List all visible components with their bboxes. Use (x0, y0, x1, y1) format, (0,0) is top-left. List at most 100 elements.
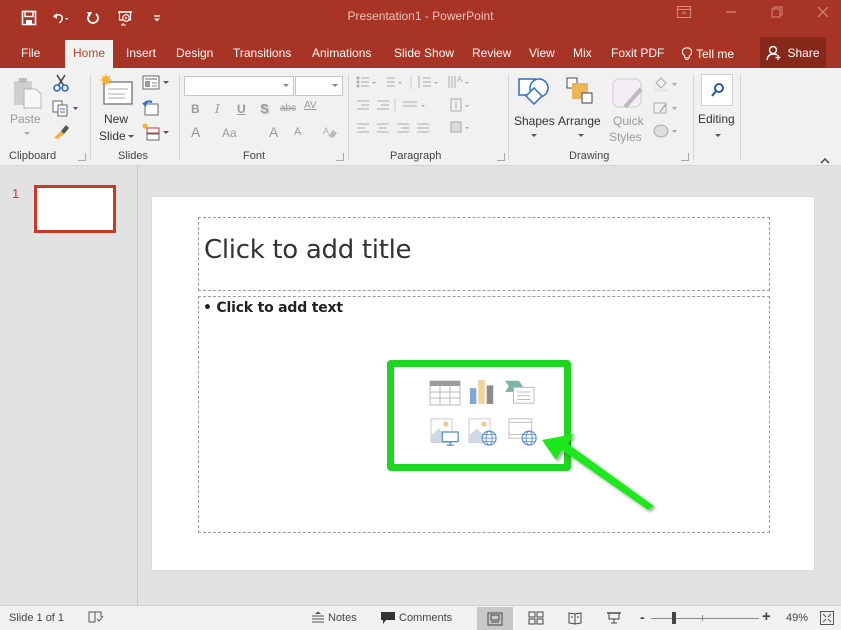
annotation-arrow-icon (542, 434, 654, 510)
tab-animations[interactable]: Animations (310, 40, 373, 68)
title-placeholder-text: Click to add title (204, 235, 412, 265)
quick-styles-label-1: Quick (613, 114, 644, 128)
indent-icons (357, 100, 389, 110)
tab-home[interactable]: Home (65, 40, 114, 68)
shape-effects-icon[interactable] (652, 123, 680, 144)
shape-outline-icon[interactable] (652, 100, 680, 121)
slide-counter: Slide 1 of 1 (9, 612, 65, 624)
slide-thumbnail-pane: 1 (0, 166, 138, 605)
paste-button[interactable]: Paste (8, 74, 46, 144)
tab-review[interactable]: Review (470, 40, 513, 68)
spell-check-icon[interactable] (88, 610, 104, 627)
new-slide-button[interactable]: New Slide (97, 74, 135, 150)
chevron-down-icon (283, 84, 289, 87)
layout-button[interactable] (142, 75, 172, 93)
fit-to-window-icon[interactable] (820, 611, 834, 628)
editing-icon-frame (701, 74, 733, 106)
zoom-slider-thumb[interactable] (672, 612, 676, 624)
restore-icon[interactable] (771, 6, 783, 21)
increase-font-size-button[interactable]: A (269, 124, 278, 140)
comments-button[interactable]: Comments (399, 612, 452, 624)
notes-icon[interactable] (311, 611, 325, 626)
comments-icon[interactable] (380, 611, 396, 628)
new-slide-dropdown-icon (128, 135, 134, 138)
normal-view-button[interactable] (477, 607, 513, 630)
minimize-icon[interactable] (725, 6, 737, 21)
copy-button[interactable] (52, 99, 82, 119)
editing-button[interactable]: Editing (696, 72, 740, 144)
slide-sorter-icon[interactable] (528, 611, 544, 628)
font-launcher[interactable] (336, 153, 344, 161)
tab-slide-show[interactable]: Slide Show (392, 40, 456, 68)
paragraph-controls: A (356, 75, 469, 133)
tab-view[interactable]: View (527, 40, 557, 68)
group-label-paragraph: Paragraph (390, 150, 442, 162)
paste-dropdown-icon (24, 132, 30, 135)
tab-transitions[interactable]: Transitions (231, 40, 293, 68)
tab-file[interactable]: File (19, 40, 42, 68)
new-slide-label-2: Slide (99, 129, 126, 143)
drawing-launcher[interactable] (681, 153, 689, 161)
arrange-icon (566, 77, 593, 104)
change-case-button[interactable]: Aa (222, 126, 237, 140)
numbering-icon (387, 77, 395, 87)
font-color-button[interactable]: A (191, 124, 200, 140)
reading-view-icon[interactable] (568, 611, 582, 628)
close-icon[interactable] (817, 6, 829, 21)
lightbulb-icon (682, 47, 692, 60)
svg-text:A: A (457, 75, 463, 84)
font-name-dropdown[interactable] (184, 76, 294, 96)
zoom-in-button[interactable]: + (762, 608, 771, 625)
tab-foxit-pdf[interactable]: Foxit PDF (609, 40, 666, 68)
columns-icon (403, 101, 417, 107)
strikethrough-button[interactable]: abc (280, 103, 296, 114)
copy-icon (52, 100, 78, 117)
clear-formatting-icon[interactable]: A (322, 124, 338, 145)
shapes-button[interactable]: Shapes (512, 72, 556, 144)
quick-styles-button[interactable]: Quick Styles (607, 72, 651, 144)
ribbon-display-options-icon[interactable] (677, 6, 691, 21)
shape-fill-icon[interactable] (652, 76, 680, 97)
notes-button[interactable]: Notes (328, 612, 357, 624)
character-spacing-button[interactable]: AV (304, 100, 317, 111)
group-divider (508, 74, 509, 160)
italic-button[interactable]: I (215, 102, 220, 116)
content-placeholder-text: • Click to add text (203, 300, 343, 316)
decrease-font-size-button[interactable]: A (294, 126, 301, 138)
zoom-slider-track[interactable] (651, 618, 759, 619)
paste-label: Paste (10, 112, 41, 126)
arrange-button[interactable]: Arrange (557, 72, 605, 144)
tell-me-label: Tell me (696, 47, 735, 61)
text-shadow-button[interactable]: S (260, 101, 269, 116)
paragraph-launcher[interactable] (497, 153, 505, 161)
tab-design[interactable]: Design (174, 40, 215, 68)
clipboard-launcher[interactable] (78, 153, 86, 161)
collapse-ribbon-icon[interactable] (820, 152, 830, 170)
tell-me-search[interactable]: Tell me (680, 40, 736, 68)
underline-button[interactable]: U (237, 102, 246, 116)
normal-view-icon (487, 612, 503, 626)
cut-button[interactable] (52, 74, 72, 94)
chevron-down-icon (531, 134, 537, 137)
slide-thumbnail[interactable] (34, 185, 116, 233)
tab-mix[interactable]: Mix (571, 40, 594, 68)
section-button[interactable] (142, 123, 172, 143)
title-placeholder[interactable]: Click to add title (198, 217, 770, 291)
zoom-level[interactable]: 49% (786, 612, 808, 624)
tab-insert[interactable]: Insert (124, 40, 158, 68)
bold-button[interactable]: B (191, 102, 200, 116)
font-size-dropdown[interactable] (295, 76, 343, 96)
section-icon (142, 123, 169, 141)
alignment-icons (357, 123, 429, 133)
share-button[interactable]: Share (760, 37, 826, 68)
slide-show-view-icon[interactable] (607, 611, 621, 628)
reset-slide-button[interactable] (142, 99, 162, 119)
align-text-icon (450, 98, 462, 112)
group-label-slides: Slides (118, 150, 148, 162)
group-label-drawing: Drawing (569, 150, 610, 162)
zoom-out-button[interactable]: - (640, 609, 645, 625)
text-direction-icon: A (448, 75, 463, 88)
share-label: Share (787, 45, 820, 60)
reset-icon (142, 100, 159, 116)
format-painter-button[interactable] (52, 123, 72, 143)
